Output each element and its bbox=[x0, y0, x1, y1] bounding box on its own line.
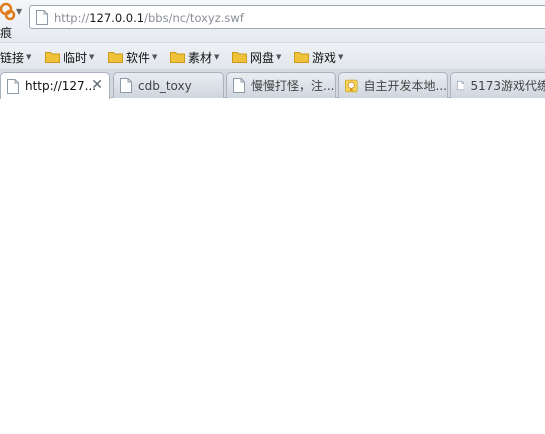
url-path: /bbs/nc/toxyz.swf bbox=[144, 11, 244, 25]
tab-title: 慢慢打怪，注... bbox=[251, 79, 335, 93]
folder-icon bbox=[170, 52, 185, 63]
address-toolbar: 痕 ▼ http://127.0.0.1/bbs/nc/toxyz.swf bbox=[0, 0, 545, 42]
folder-icon bbox=[294, 52, 309, 63]
folder-icon bbox=[232, 52, 247, 63]
folder-icon bbox=[45, 52, 60, 63]
folder-icon bbox=[108, 52, 123, 63]
close-icon[interactable]: ✕ bbox=[91, 78, 103, 92]
chevron-down-icon: ▼ bbox=[276, 53, 282, 61]
chevron-down-icon: ▼ bbox=[338, 53, 344, 61]
url-text[interactable]: http://127.0.0.1/bbs/nc/toxyz.swf bbox=[54, 11, 244, 25]
page-icon bbox=[36, 10, 48, 25]
bookmark-folder-netdisk[interactable]: 网盘 ▼ bbox=[232, 49, 281, 65]
bookmark-folder-games[interactable]: 游戏 ▼ bbox=[294, 49, 343, 65]
page-icon bbox=[233, 78, 245, 93]
bookmarks-bar: 链接 ▼ 临时 ▼ 软件 ▼ 素材 ▼ 网盘 ▼ 游戏 ▼ bbox=[0, 42, 545, 69]
tab-title: 自主开发本地... bbox=[363, 79, 447, 93]
bookmark-label: 网盘 bbox=[250, 50, 275, 65]
page-icon bbox=[7, 78, 19, 94]
chevron-down-icon: ▼ bbox=[26, 53, 32, 61]
chat-icon bbox=[345, 79, 358, 92]
browser-logo-label: 痕 bbox=[0, 26, 13, 40]
tab-title: http://127... bbox=[25, 79, 97, 93]
bookmark-label: 链接 bbox=[0, 50, 25, 65]
tab-cdb-toxy[interactable]: cdb_toxy bbox=[113, 72, 224, 98]
bookmark-folder-materials[interactable]: 素材 ▼ bbox=[170, 49, 219, 65]
page-content-area[interactable] bbox=[0, 98, 545, 434]
url-host: 127.0.0.1 bbox=[89, 11, 145, 25]
bookmark-label: 素材 bbox=[188, 50, 213, 65]
chevron-down-icon: ▼ bbox=[214, 53, 220, 61]
chevron-down-icon[interactable]: ▼ bbox=[16, 7, 22, 16]
bookmark-folder-software[interactable]: 软件 ▼ bbox=[108, 49, 157, 65]
url-scheme: http:// bbox=[54, 11, 90, 25]
tab-slow-fight[interactable]: 慢慢打怪，注... bbox=[226, 72, 336, 98]
tab-5173-games[interactable]: 5173游戏代练 bbox=[450, 72, 545, 98]
chevron-down-icon: ▼ bbox=[89, 53, 95, 61]
bookmark-folder-temp[interactable]: 临时 ▼ bbox=[45, 49, 94, 65]
bookmark-label: 软件 bbox=[126, 50, 151, 65]
page-icon bbox=[120, 78, 132, 93]
browser-logo-icon bbox=[0, 2, 16, 21]
bookmark-links[interactable]: 链接 ▼ bbox=[0, 49, 31, 65]
bookmark-label: 游戏 bbox=[312, 50, 337, 65]
url-input[interactable]: http://127.0.0.1/bbs/nc/toxyz.swf bbox=[29, 5, 545, 29]
tab-strip: http://127... ✕ cdb_toxy 慢慢打怪，注... 自主开发本… bbox=[0, 69, 545, 99]
tab-active[interactable]: http://127... ✕ bbox=[0, 72, 110, 99]
page-icon bbox=[457, 80, 465, 91]
bookmark-label: 临时 bbox=[63, 50, 88, 65]
chevron-down-icon: ▼ bbox=[152, 53, 158, 61]
tab-title: cdb_toxy bbox=[138, 78, 192, 93]
browser-logo[interactable]: 痕 bbox=[0, 0, 16, 42]
tab-title: 5173游戏代练 bbox=[470, 79, 545, 93]
tab-local-dev[interactable]: 自主开发本地... bbox=[338, 72, 448, 98]
